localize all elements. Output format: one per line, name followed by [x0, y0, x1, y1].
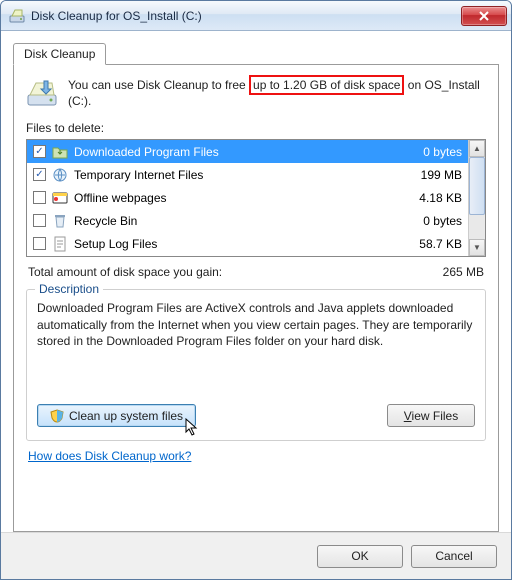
scroll-thumb[interactable] [469, 157, 485, 215]
scrollbar[interactable]: ▲ ▼ [468, 140, 485, 256]
window-title: Disk Cleanup for OS_Install (C:) [31, 9, 461, 23]
item-size: 0 bytes [400, 214, 462, 228]
list-item[interactable]: Offline webpages 4.18 KB [27, 186, 468, 209]
tab-disk-cleanup[interactable]: Disk Cleanup [13, 43, 106, 65]
scroll-track[interactable] [469, 215, 485, 239]
cancel-button[interactable]: Cancel [411, 545, 497, 568]
ie-icon [52, 167, 68, 183]
clean-system-files-label: Clean up system files [69, 409, 183, 423]
view-files-label: iew Files [412, 409, 459, 423]
description-title: Description [35, 282, 103, 296]
description-group: Description Downloaded Program Files are… [26, 289, 486, 441]
checkbox[interactable] [33, 191, 46, 204]
intro-text: You can use Disk Cleanup to free up to 1… [26, 77, 486, 109]
close-icon [479, 11, 489, 21]
files-list: ✓ Downloaded Program Files 0 bytes ✓ Tempora… [26, 139, 486, 257]
item-size: 4.18 KB [400, 191, 462, 205]
item-size: 0 bytes [400, 145, 462, 159]
list-item[interactable]: ✓ Downloaded Program Files 0 bytes [27, 140, 468, 163]
total-label: Total amount of disk space you gain: [28, 265, 222, 279]
clean-system-files-button[interactable]: Clean up system files [37, 404, 196, 427]
disk-cleanup-dialog: Disk Cleanup for OS_Install (C:) Disk Cl… [0, 0, 512, 580]
folder-download-icon [52, 144, 68, 160]
titlebar[interactable]: Disk Cleanup for OS_Install (C:) [1, 1, 511, 31]
dialog-body: Disk Cleanup You can use Disk Cleanup to… [1, 31, 511, 532]
intro-highlight: up to 1.20 GB of disk space [249, 75, 404, 95]
scroll-down-button[interactable]: ▼ [469, 239, 485, 256]
item-name: Offline webpages [74, 191, 394, 205]
item-name: Recycle Bin [74, 214, 394, 228]
list-item[interactable]: Setup Log Files 58.7 KB [27, 232, 468, 255]
list-item[interactable]: Recycle Bin 0 bytes [27, 209, 468, 232]
shield-icon [50, 409, 64, 423]
checkbox[interactable] [33, 214, 46, 227]
files-to-delete-label: Files to delete: [26, 121, 486, 135]
list-item[interactable]: ✓ Temporary Internet Files 199 MB [27, 163, 468, 186]
item-name: Temporary Internet Files [74, 168, 394, 182]
scroll-up-button[interactable]: ▲ [469, 140, 485, 157]
help-link[interactable]: How does Disk Cleanup work? [28, 449, 486, 463]
item-name: Downloaded Program Files [74, 145, 394, 159]
close-button[interactable] [461, 6, 507, 26]
total-value: 265 MB [443, 265, 484, 279]
ok-button[interactable]: OK [317, 545, 403, 568]
intro-pre: You can use Disk Cleanup to free [68, 78, 246, 92]
checkbox[interactable]: ✓ [33, 145, 46, 158]
tab-strip: Disk Cleanup [13, 43, 499, 65]
checkbox[interactable]: ✓ [33, 168, 46, 181]
total-row: Total amount of disk space you gain: 265… [28, 265, 484, 279]
dialog-footer: OK Cancel [1, 532, 511, 579]
view-files-button[interactable]: View Files [387, 404, 475, 427]
item-size: 199 MB [400, 168, 462, 182]
disk-cleanup-icon [9, 8, 25, 24]
item-name: Setup Log Files [74, 237, 394, 251]
tab-panel: You can use Disk Cleanup to free up to 1… [13, 64, 499, 532]
checkbox[interactable] [33, 237, 46, 250]
recycle-icon [52, 213, 68, 229]
description-text: Downloaded Program Files are ActiveX con… [37, 300, 475, 374]
log-icon [52, 236, 68, 252]
offline-icon [52, 190, 68, 206]
item-size: 58.7 KB [400, 237, 462, 251]
drive-cleanup-icon [26, 77, 58, 109]
